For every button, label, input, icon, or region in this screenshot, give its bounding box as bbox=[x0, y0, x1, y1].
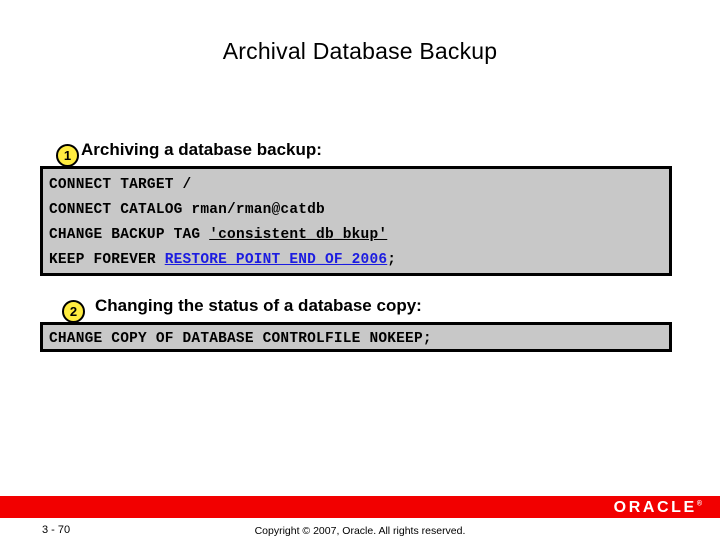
code-line: CONNECT CATALOG rman/rman@catdb bbox=[49, 198, 663, 223]
code-span: CONNECT TARGET / bbox=[49, 177, 192, 193]
code-line: CONNECT TARGET / bbox=[49, 173, 663, 198]
step-2-heading: Changing the status of a database copy: bbox=[95, 296, 422, 315]
registered-trademark-icon: ® bbox=[696, 500, 702, 508]
page-title: Archival Database Backup bbox=[222, 38, 498, 64]
code-span-tag-literal: 'consistent_db_bkup' bbox=[209, 227, 388, 243]
slide: Archival Database Backup 1 Archiving a d… bbox=[0, 0, 720, 540]
copyright-notice: Copyright © 2007, Oracle. All rights res… bbox=[254, 525, 466, 537]
code-span-keyword: RESTORE POINT END_OF_2006 bbox=[164, 252, 388, 268]
step-number-badge-1: 1 bbox=[56, 144, 79, 167]
code-span: ; bbox=[387, 252, 397, 268]
code-block-1: CONNECT TARGET / CONNECT CATALOG rman/rm… bbox=[40, 166, 672, 276]
code-span: CHANGE BACKUP TAG bbox=[49, 227, 210, 243]
oracle-logo-text: ORACLE bbox=[613, 499, 697, 516]
code-line: CHANGE BACKUP TAG 'consistent_db_bkup' bbox=[49, 223, 663, 248]
step-number-badge-2: 2 bbox=[62, 300, 85, 323]
code-line: CHANGE COPY OF DATABASE CONTROLFILE NOKE… bbox=[49, 329, 663, 350]
footer-bar bbox=[0, 496, 720, 518]
step-1-block: 1 Archiving a database backup: CONNECT T… bbox=[40, 130, 672, 282]
code-line: KEEP FOREVER RESTORE POINT END_OF_2006; bbox=[49, 248, 663, 273]
code-span: KEEP FOREVER bbox=[49, 252, 165, 268]
step-1-heading: Archiving a database backup: bbox=[81, 140, 322, 159]
oracle-logo: ORACLE® bbox=[614, 499, 702, 517]
code-block-2: CHANGE COPY OF DATABASE CONTROLFILE NOKE… bbox=[40, 322, 672, 352]
code-span: CONNECT CATALOG rman/rman@catdb bbox=[49, 202, 325, 218]
code-span: CHANGE COPY OF DATABASE CONTROLFILE NOKE… bbox=[49, 331, 432, 347]
